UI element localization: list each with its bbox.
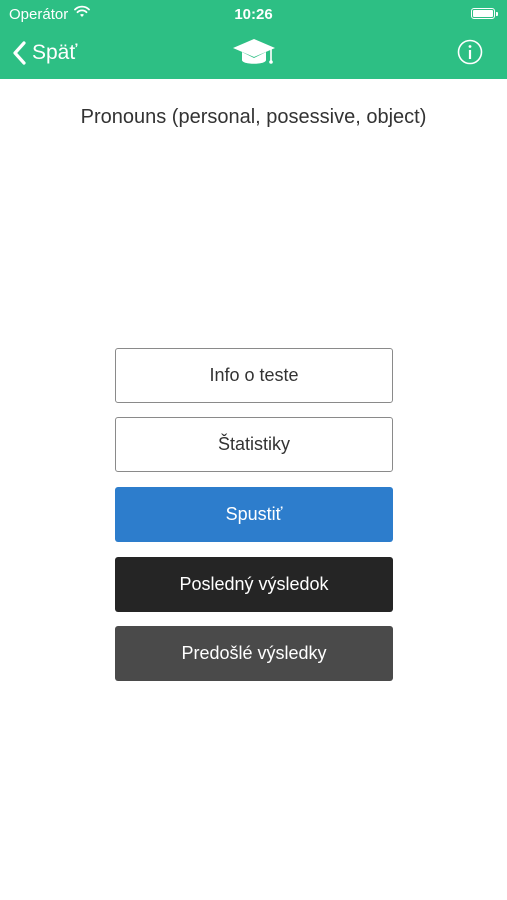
chevron-left-icon (13, 41, 26, 65)
statistics-button[interactable]: Štatistiky (115, 417, 393, 472)
start-button[interactable]: Spustiť (115, 487, 393, 542)
previous-results-button[interactable]: Predošlé výsledky (115, 626, 393, 681)
status-bar: Operátor 10:26 (0, 0, 507, 28)
navigation-bar: Operátor 10:26 Späť (0, 0, 507, 79)
graduation-cap-icon (231, 36, 277, 75)
status-time: 10:26 (234, 6, 273, 23)
back-button[interactable]: Späť (12, 38, 77, 68)
last-result-button[interactable]: Posledný výsledok (115, 557, 393, 612)
test-title: Pronouns (personal, posessive, object) (80, 106, 427, 128)
battery-icon (471, 8, 498, 19)
test-info-button[interactable]: Info o teste (115, 348, 393, 403)
back-button-label: Späť (32, 41, 78, 64)
info-icon[interactable] (457, 39, 483, 70)
